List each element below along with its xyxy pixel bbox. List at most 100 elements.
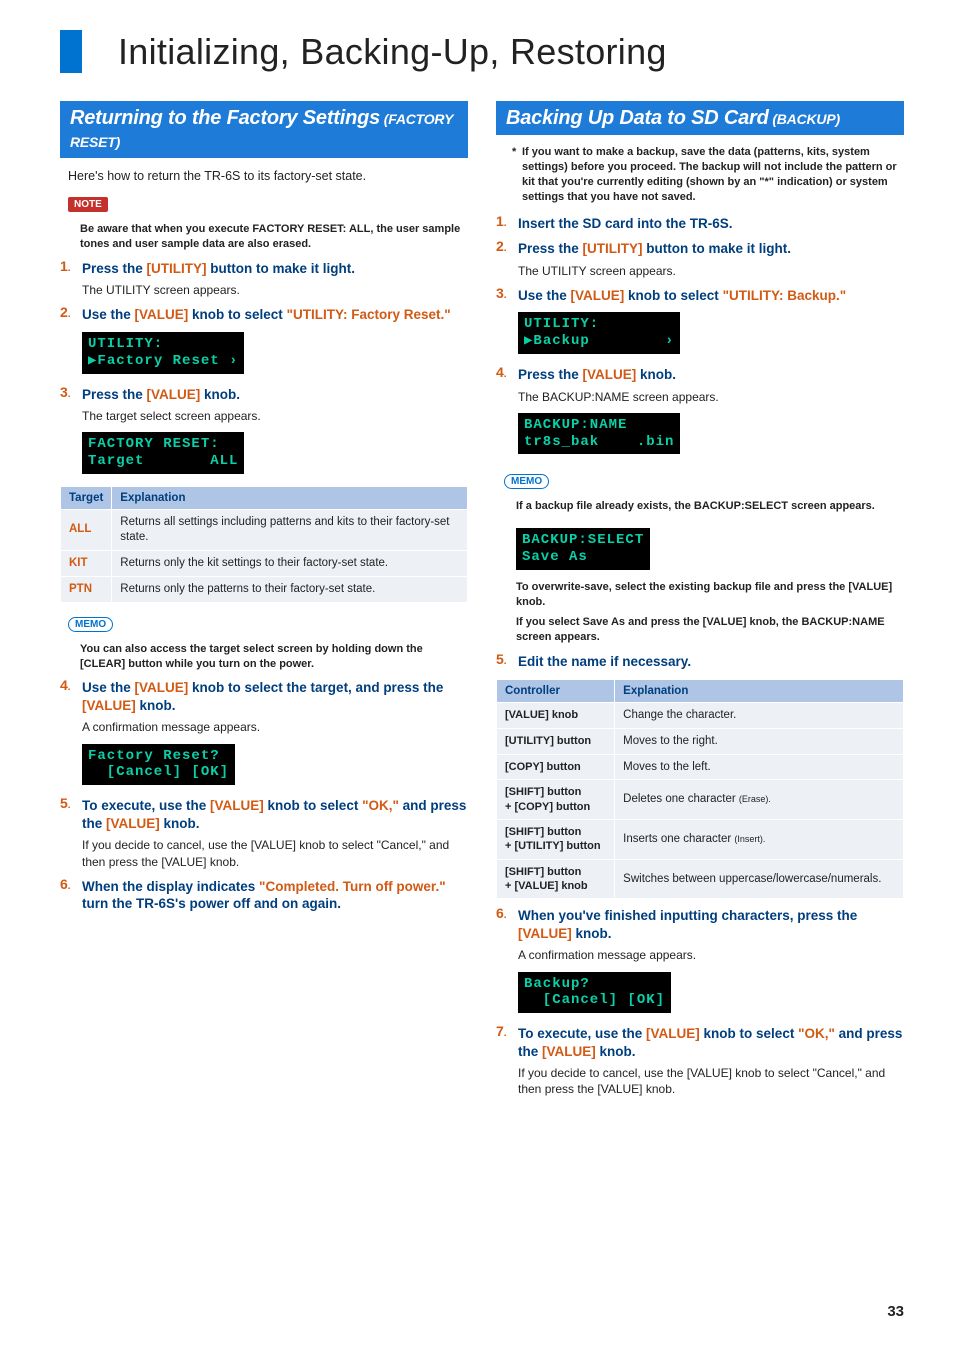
text: knob to select [700,1026,798,1041]
text: Inserts one character [623,833,731,845]
text: [VALUE] [210,798,264,813]
th: Explanation [615,679,904,702]
text: [UTILITY] [147,261,207,276]
sub-text: A confirmation message appears. [82,719,468,735]
warning-note: If you want to make a backup, save the d… [512,145,904,204]
text: [VALUE] [583,367,637,382]
text: "OK," [362,798,399,813]
step-1: 1 Insert the SD card into the TR-6S. [496,215,904,233]
sub-text: The UTILITY screen appears. [518,263,904,279]
text: button to make it light. [207,261,356,276]
text: turn the TR-6S's power off and on again. [82,896,341,911]
step-2: 2 Press the [UTILITY] button to make it … [496,240,904,279]
text: "UTILITY: Backup." [723,288,847,303]
text: To execute, use the [82,798,210,813]
target-table: TargetExplanation ALLReturns all setting… [60,486,468,603]
cell: Returns only the patterns to their facto… [112,576,468,602]
lcd-display: BACKUP:SELECT Save As [516,528,650,570]
text: "OK," [798,1026,835,1041]
sub-text: The UTILITY screen appears. [82,282,468,298]
step-4: 4 Press the [VALUE] knob. The BACKUP:NAM… [496,366,904,458]
text: [VALUE] [646,1026,700,1041]
text: Use the [82,307,135,322]
cell: [SHIFT] button + [VALUE] knob [497,859,615,899]
cell: Switches between uppercase/lowercase/num… [615,859,904,899]
cell: Inserts one character (Insert). [615,820,904,860]
controller-table: ControllerExplanation [VALUE] knobChange… [496,679,904,900]
cell: KIT [61,550,112,576]
sub-text: If you decide to cancel, use the [VALUE]… [82,837,468,869]
memo-tag: MEMO [504,474,549,489]
text: [VALUE] [135,307,189,322]
text: knob. [136,698,176,713]
text: knob. [636,367,676,382]
step-6: 6 When the display indicates "Completed.… [60,878,468,913]
text: Press the [82,261,147,276]
text: Press the [518,241,583,256]
cell: [VALUE] knob [497,702,615,728]
step-3: 3 Press the [VALUE] knob. The target sel… [60,386,468,478]
memo-1: If a backup file already exists, the BAC… [516,499,904,514]
text: [VALUE] [571,288,625,303]
memo-tag: MEMO [68,617,113,632]
left-column: Returning to the Factory Settings (FACTO… [60,101,468,1105]
text: knob. [200,387,240,402]
text: Edit the name if necessary. [518,653,904,671]
cell: [SHIFT] button + [COPY] button [497,780,615,820]
memo-body: You can also access the target select sc… [80,642,468,672]
text: [VALUE] [518,926,572,941]
section-header-backup: Backing Up Data to SD Card (BACKUP) [496,101,904,135]
cell: Returns only the kit settings to their f… [112,550,468,576]
cell: Change the character. [615,702,904,728]
text: [VALUE] [135,680,189,695]
th: Controller [497,679,615,702]
text: [VALUE] [106,816,160,831]
step-6: 6 When you've finished inputting charact… [496,907,904,1017]
lcd-display: Backup? [Cancel] [OK] [518,972,671,1014]
text: To execute, use the [518,1026,646,1041]
text: "Completed. Turn off power." [259,879,446,894]
step-1: 1 Press the [UTILITY] button to make it … [60,260,468,299]
lcd-display: Factory Reset? [Cancel] [OK] [82,744,235,786]
cell: Returns all settings including patterns … [112,509,468,550]
text: (Insert). [734,834,765,844]
sub-text: If you decide to cancel, use the [VALUE]… [518,1065,904,1097]
cell: [SHIFT] button + [UTILITY] button [497,820,615,860]
text: When you've finished inputting character… [518,908,857,923]
cell: ALL [61,509,112,550]
step-4: 4 Use the [VALUE] knob to select the tar… [60,679,468,789]
right-column: Backing Up Data to SD Card (BACKUP) If y… [496,101,904,1105]
note-body: Be aware that when you execute FACTORY R… [80,222,468,252]
cell: [COPY] button [497,754,615,780]
text: button to make it light. [643,241,792,256]
text: [VALUE] [82,698,136,713]
step-2: 2 Use the [VALUE] knob to select "UTILIT… [60,306,468,377]
text: knob. [596,1044,636,1059]
step-7: 7 To execute, use the [VALUE] knob to se… [496,1025,904,1097]
cell: [UTILITY] button [497,728,615,754]
text: knob. [160,816,200,831]
lcd-display: UTILITY: ▶Backup › [518,312,680,354]
note-tag: NOTE [68,197,108,212]
text: knob to select the target, and press the [188,680,443,695]
section-title: Backing Up Data to SD Card [506,107,769,129]
page-title: Initializing, Backing-Up, Restoring [60,30,904,73]
text: Deletes one character [623,793,736,805]
text: knob to select [188,307,286,322]
text: (Erase). [739,794,771,804]
section-subtitle: (BACKUP) [769,111,840,127]
cell: Moves to the right. [615,728,904,754]
th: Target [61,486,112,509]
text: knob to select [624,288,722,303]
page-number: 33 [887,1303,904,1320]
th: Explanation [112,486,468,509]
cell: Deletes one character (Erase). [615,780,904,820]
text: Press the [82,387,147,402]
sub-text: The target select screen appears. [82,408,468,424]
step-3: 3 Use the [VALUE] knob to select "UTILIT… [496,287,904,358]
lcd-display: UTILITY: ▶Factory Reset › [82,332,244,374]
text: [VALUE] [147,387,201,402]
lcd-display: BACKUP:NAME tr8s_bak .bin [518,413,680,455]
intro-text: Here's how to return the TR-6S to its fa… [68,168,468,185]
section-title: Returning to the Factory Settings [70,107,380,129]
